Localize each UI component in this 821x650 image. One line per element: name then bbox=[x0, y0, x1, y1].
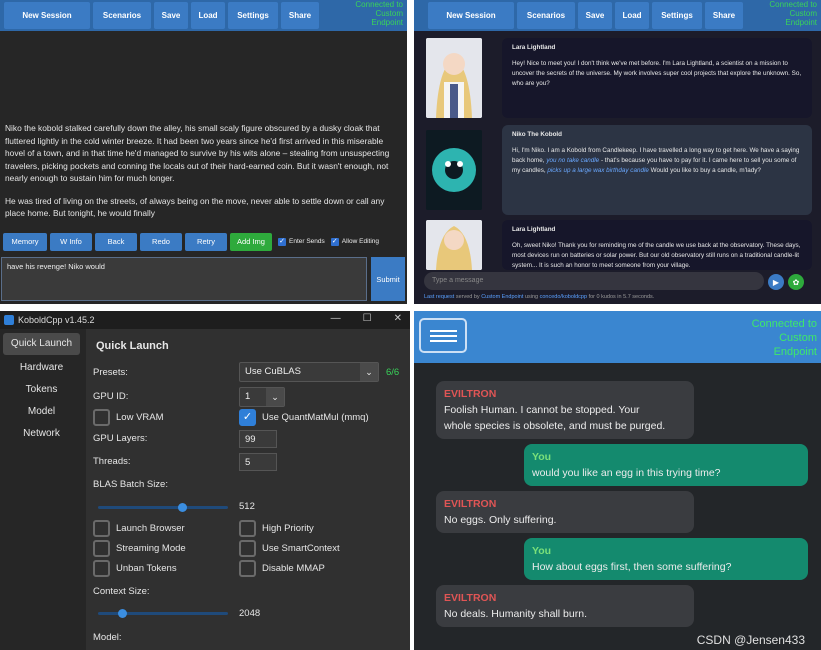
world-info-button[interactable]: W Info bbox=[50, 232, 92, 251]
save-button[interactable]: Save bbox=[154, 2, 188, 29]
context-value: 2048 bbox=[239, 608, 261, 619]
slider-handle[interactable] bbox=[178, 503, 187, 512]
tab-network[interactable]: Network bbox=[0, 423, 83, 445]
low-vram-checkbox[interactable]: Low VRAM bbox=[93, 409, 164, 426]
enter-sends-toggle[interactable]: ✓ Enter Sends bbox=[278, 237, 325, 246]
settings-button[interactable]: Settings bbox=[652, 2, 702, 29]
connection-status: Connected to Custom Endpoint bbox=[751, 318, 817, 358]
unban-tokens-checkbox[interactable]: Unban Tokens bbox=[93, 560, 177, 577]
context-slider[interactable] bbox=[98, 609, 228, 618]
minimize-icon[interactable]: — bbox=[331, 313, 341, 324]
chat-panel: New Session Scenarios Save Load Settings… bbox=[414, 0, 821, 304]
window-title-bar: KoboldCpp v1.45.2 — ☐ ✕ bbox=[0, 311, 410, 329]
page-title: Quick Launch bbox=[96, 340, 169, 352]
top-nav: Connected to Custom Endpoint bbox=[414, 311, 821, 363]
new-session-button[interactable]: New Session bbox=[4, 2, 90, 29]
share-button[interactable]: Share bbox=[281, 2, 319, 29]
chat-message: EVILTRON No eggs. Only suffering. bbox=[436, 491, 694, 533]
sidebar: Quick Launch Hardware Tokens Model Netwo… bbox=[0, 329, 83, 650]
app-icon bbox=[4, 315, 14, 325]
avatar bbox=[426, 130, 482, 210]
blas-slider[interactable] bbox=[98, 503, 228, 512]
request-info: Last request served by Custom Endpoint u… bbox=[424, 294, 655, 300]
gpu-layers-input[interactable]: 99 bbox=[239, 430, 277, 448]
message-bubble: Lara Lightland Oh, sweet Niko! Thank you… bbox=[502, 220, 812, 270]
submit-button[interactable]: Submit bbox=[371, 257, 405, 301]
tab-quick-launch[interactable]: Quick Launch bbox=[3, 333, 80, 355]
add-image-button[interactable]: Add Img bbox=[230, 232, 272, 251]
window-title: KoboldCpp v1.45.2 bbox=[18, 315, 95, 325]
koboldcpp-window: KoboldCpp v1.45.2 — ☐ ✕ Quick Launch Har… bbox=[0, 311, 410, 650]
story-panel: New Session Scenarios Save Load Settings… bbox=[0, 0, 407, 304]
story-paragraph: He was tired of living on the streets, o… bbox=[5, 195, 385, 219]
disable-mmap-checkbox[interactable]: Disable MMAP bbox=[239, 560, 325, 577]
chevron-down-icon: ⌄ bbox=[266, 388, 284, 406]
threads-label: Threads: bbox=[93, 456, 131, 467]
slider-handle[interactable] bbox=[118, 609, 127, 618]
maximize-icon[interactable]: ☐ bbox=[363, 313, 372, 324]
chevron-down-icon: ⌄ bbox=[360, 363, 378, 381]
redo-button[interactable]: Redo bbox=[140, 232, 182, 251]
tab-model[interactable]: Model bbox=[0, 401, 83, 423]
scenarios-button[interactable]: Scenarios bbox=[517, 2, 575, 29]
connection-status: Connected to Custom Endpoint bbox=[355, 0, 403, 27]
chat-message: You How about eggs first, then some suffe… bbox=[524, 538, 808, 580]
quantmatmul-checkbox[interactable]: ✓ Use QuantMatMul (mmq) bbox=[239, 409, 369, 426]
new-session-button[interactable]: New Session bbox=[428, 2, 514, 29]
presets-label: Presets: bbox=[93, 367, 128, 378]
settings-button[interactable]: Settings bbox=[228, 2, 278, 29]
gpu-id-label: GPU ID: bbox=[93, 391, 129, 402]
blas-value: 512 bbox=[239, 501, 255, 512]
model-label: Model: bbox=[93, 632, 122, 643]
presets-select[interactable]: Use CuBLAS ⌄ bbox=[239, 362, 379, 382]
top-nav: New Session Scenarios Save Load Settings… bbox=[0, 0, 407, 31]
watermark: CSDN @Jensen433 bbox=[696, 633, 805, 647]
retry-button[interactable]: Retry bbox=[185, 232, 227, 251]
message-bubble: Lara Lightland Hey! Nice to meet you! I … bbox=[502, 38, 812, 118]
context-size-label: Context Size: bbox=[93, 586, 150, 597]
avatar bbox=[426, 38, 482, 118]
gpu-layers-label: GPU Layers: bbox=[93, 433, 148, 444]
settings-main: Quick Launch Presets: Use CuBLAS ⌄ 6/6 GP… bbox=[86, 329, 410, 650]
top-nav: New Session Scenarios Save Load Settings… bbox=[414, 0, 821, 31]
avatar bbox=[426, 220, 482, 270]
tab-hardware[interactable]: Hardware bbox=[0, 357, 83, 379]
tab-tokens[interactable]: Tokens bbox=[0, 379, 83, 401]
close-icon[interactable]: ✕ bbox=[394, 313, 402, 324]
load-button[interactable]: Load bbox=[615, 2, 649, 29]
checkbox-icon: ✓ bbox=[330, 237, 339, 246]
message-input[interactable]: Type a message bbox=[424, 272, 764, 290]
memory-button[interactable]: Memory bbox=[3, 232, 47, 251]
checkbox-icon: ✓ bbox=[278, 237, 286, 246]
launch-browser-checkbox[interactable]: Launch Browser bbox=[93, 520, 185, 537]
high-priority-checkbox[interactable]: High Priority bbox=[239, 520, 314, 537]
presets-count: 6/6 bbox=[386, 367, 400, 378]
streaming-mode-checkbox[interactable]: Streaming Mode bbox=[93, 540, 186, 557]
story-text: Niko the kobold stalked carefully down t… bbox=[5, 122, 403, 230]
share-button[interactable]: Share bbox=[705, 2, 743, 29]
smartcontext-checkbox[interactable]: Use SmartContext bbox=[239, 540, 340, 557]
connection-status: Connected to Custom Endpoint bbox=[769, 0, 817, 27]
threads-input[interactable]: 5 bbox=[239, 453, 277, 471]
scenarios-button[interactable]: Scenarios bbox=[93, 2, 151, 29]
blas-label: BLAS Batch Size: bbox=[93, 479, 168, 490]
chat-message: EVILTRON Foolish Human. I cannot be stopp… bbox=[436, 381, 694, 439]
allow-editing-toggle[interactable]: ✓ Allow Editing bbox=[330, 237, 379, 246]
save-button[interactable]: Save bbox=[578, 2, 612, 29]
chat-message: You would you like an egg in this trying … bbox=[524, 444, 808, 486]
send-icon[interactable]: ▶ bbox=[768, 274, 784, 290]
story-toolbar: Memory W Info Back Redo Retry Add Img ✓ E… bbox=[0, 232, 407, 251]
story-paragraph: Niko the kobold stalked carefully down t… bbox=[5, 123, 390, 183]
load-button[interactable]: Load bbox=[191, 2, 225, 29]
back-button[interactable]: Back bbox=[95, 232, 137, 251]
story-input[interactable]: have his revenge! Niko would bbox=[1, 257, 367, 301]
chat-message: EVILTRON No deals. Humanity shall burn. bbox=[436, 585, 694, 627]
gpu-id-select[interactable]: 1 ⌄ bbox=[239, 387, 285, 407]
menu-icon[interactable] bbox=[419, 318, 467, 353]
eviltron-chat: Connected to Custom Endpoint EVILTRON Fooli… bbox=[414, 311, 821, 650]
gear-icon[interactable]: ✿ bbox=[788, 274, 804, 290]
message-bubble: Niko The Kobold Hi, I'm Niko. I am a Kob… bbox=[502, 125, 812, 215]
